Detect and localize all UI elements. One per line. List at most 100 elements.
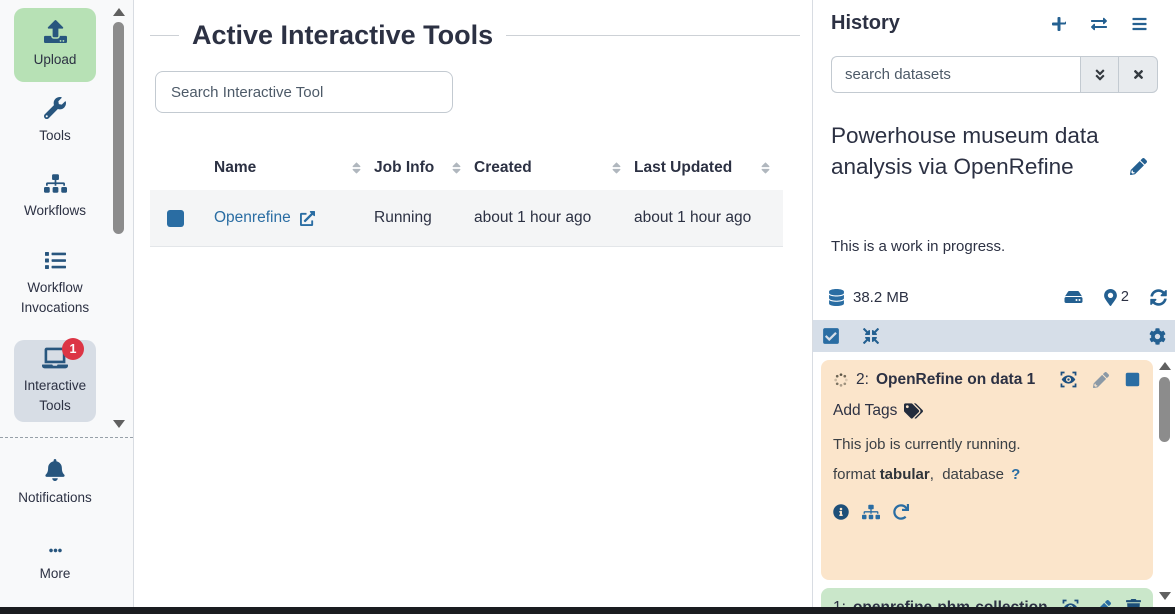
- sidebar-scrollbar[interactable]: [110, 4, 128, 434]
- scroll-up-arrow[interactable]: [1159, 362, 1171, 370]
- tool-name-cell: Openrefine: [214, 209, 374, 227]
- history-annotation: This is a work in progress.: [831, 238, 1005, 255]
- storage-dashboard-button[interactable]: [1064, 289, 1083, 305]
- edit-dataset-button[interactable]: [1095, 600, 1111, 608]
- history-options-button[interactable]: [1131, 16, 1148, 32]
- rerun-icon: [893, 504, 909, 520]
- ellipsis-icon: [45, 544, 66, 557]
- dataset-format-line: format tabular, database ?: [833, 466, 1141, 483]
- dataset-hid: 1:: [833, 599, 846, 608]
- sidebar-item-more[interactable]: More: [14, 534, 96, 594]
- sidebar-item-tools[interactable]: Tools: [14, 92, 96, 150]
- external-link-icon[interactable]: [300, 211, 315, 226]
- info-icon: [833, 504, 849, 520]
- dataset-name: openrefine-phm-collection.: [853, 599, 1052, 608]
- pencil-icon: [1095, 600, 1111, 608]
- scroll-down-arrow[interactable]: [113, 420, 125, 428]
- dataset-item-2: 2: OpenRefine on data 1 Add Tags This jo…: [821, 360, 1153, 580]
- history-size: 38.2 MB: [853, 289, 909, 306]
- column-header-created[interactable]: Created: [474, 159, 634, 177]
- switch-history-button[interactable]: [1090, 16, 1108, 32]
- create-history-button[interactable]: [1051, 16, 1067, 32]
- spinner-icon: [833, 372, 849, 388]
- dataset-details-button[interactable]: [862, 504, 880, 520]
- collapse-icon: [863, 328, 879, 344]
- scrollbar-thumb[interactable]: [1159, 377, 1170, 442]
- dataset-list-scrollbar[interactable]: [1157, 358, 1172, 604]
- column-header-last-updated[interactable]: Last Updated: [634, 159, 783, 177]
- table-row: Openrefine Running about 1 hour ago abou…: [150, 190, 783, 247]
- edit-history-button[interactable]: [1130, 158, 1147, 175]
- sort-icon: [351, 161, 362, 175]
- dataset-header[interactable]: 1: openrefine-phm-collection.: [833, 598, 1141, 607]
- sidebar-item-notifications[interactable]: Notifications: [14, 450, 96, 516]
- sidebar-item-label: More: [40, 564, 71, 584]
- tags-icon: [904, 403, 923, 419]
- sidebar-item-upload[interactable]: Upload: [14, 8, 96, 82]
- sidebar-item-label: Interactive Tools: [14, 376, 96, 416]
- tool-link[interactable]: Openrefine: [214, 209, 291, 227]
- scrollbar-thumb[interactable]: [113, 22, 124, 234]
- history-name[interactable]: Powerhouse museum data analysis via Open…: [831, 121, 1111, 182]
- heading-rule-left: [150, 35, 179, 36]
- clear-search-button[interactable]: [1119, 56, 1158, 93]
- dataset-name: OpenRefine on data 1: [876, 371, 1035, 389]
- sidebar-item-label: Tools: [39, 126, 71, 146]
- sidebar-item-workflows[interactable]: Workflows: [14, 166, 96, 228]
- sidebar-item-label: Upload: [34, 50, 77, 70]
- dataset-search-input[interactable]: [831, 56, 1080, 93]
- dataset-status-text: This job is currently running.: [833, 436, 1141, 453]
- gear-icon: [1149, 328, 1166, 345]
- sidebar-divider: [0, 437, 133, 438]
- activity-bar: Upload Tools Workflows Workflow Invocati…: [0, 0, 134, 607]
- history-panel-title: History: [831, 12, 1051, 35]
- hamburger-icon: [1131, 16, 1148, 32]
- heading-rule-right: [506, 35, 800, 36]
- interactive-tool-search-input[interactable]: [155, 71, 453, 113]
- scroll-down-arrow[interactable]: [1159, 592, 1171, 600]
- collapse-all-button[interactable]: [863, 328, 879, 344]
- sort-icon: [451, 161, 462, 175]
- dataset-header[interactable]: 2: OpenRefine on data 1: [833, 370, 1141, 389]
- sidebar-item-label: Workflow Invocations: [14, 278, 96, 318]
- upload-icon: [44, 20, 67, 43]
- column-header-job-info[interactable]: Job Info: [374, 159, 474, 177]
- hdd-icon: [1064, 289, 1083, 305]
- display-dataset-button[interactable]: [1061, 598, 1080, 607]
- sitemap-icon: [44, 173, 67, 194]
- scroll-up-arrow[interactable]: [113, 8, 125, 16]
- column-header-name[interactable]: Name: [214, 159, 374, 177]
- dataset-footer-actions: [833, 504, 1141, 520]
- advanced-search-button[interactable]: [1080, 56, 1119, 93]
- row-checkbox[interactable]: [167, 210, 184, 227]
- list-settings-button[interactable]: [1149, 328, 1166, 345]
- show-hidden-button[interactable]: [1104, 289, 1117, 306]
- dataset-item-1: 1: openrefine-phm-collection.: [821, 588, 1153, 607]
- double-chevron-down-icon: [1093, 68, 1107, 82]
- close-icon: [1132, 68, 1145, 81]
- bottom-bar: [0, 607, 1175, 614]
- sync-icon: [1150, 289, 1167, 306]
- table-header-row: Name Job Info Created Last Updated: [150, 146, 783, 190]
- display-eye-icon: [1061, 598, 1080, 607]
- database-link[interactable]: ?: [1011, 466, 1020, 483]
- dataset-list: 2: OpenRefine on data 1 Add Tags This jo…: [813, 352, 1175, 607]
- sort-icon: [611, 161, 622, 175]
- refresh-history-button[interactable]: [1150, 289, 1167, 306]
- database-icon: [828, 289, 845, 306]
- history-list-toolbar: [813, 320, 1175, 352]
- sidebar-item-interactive-tools[interactable]: 1 Interactive Tools: [14, 340, 96, 422]
- sort-icon: [760, 161, 771, 175]
- delete-dataset-button[interactable]: [1126, 599, 1141, 607]
- display-dataset-button[interactable]: [1059, 370, 1078, 389]
- edit-dataset-button[interactable]: [1093, 372, 1109, 388]
- select-datasets-checkbox[interactable]: [822, 327, 840, 345]
- display-eye-icon: [1059, 370, 1078, 389]
- sidebar-item-workflow-invocations[interactable]: Workflow Invocations: [14, 242, 96, 326]
- pencil-icon: [1093, 372, 1109, 388]
- add-tags[interactable]: Add Tags: [833, 402, 1141, 420]
- job-info-button[interactable]: [833, 504, 849, 520]
- rerun-job-button[interactable]: [893, 504, 909, 520]
- delete-dataset-button[interactable]: [1124, 371, 1141, 388]
- shown-count: 2: [1121, 289, 1129, 305]
